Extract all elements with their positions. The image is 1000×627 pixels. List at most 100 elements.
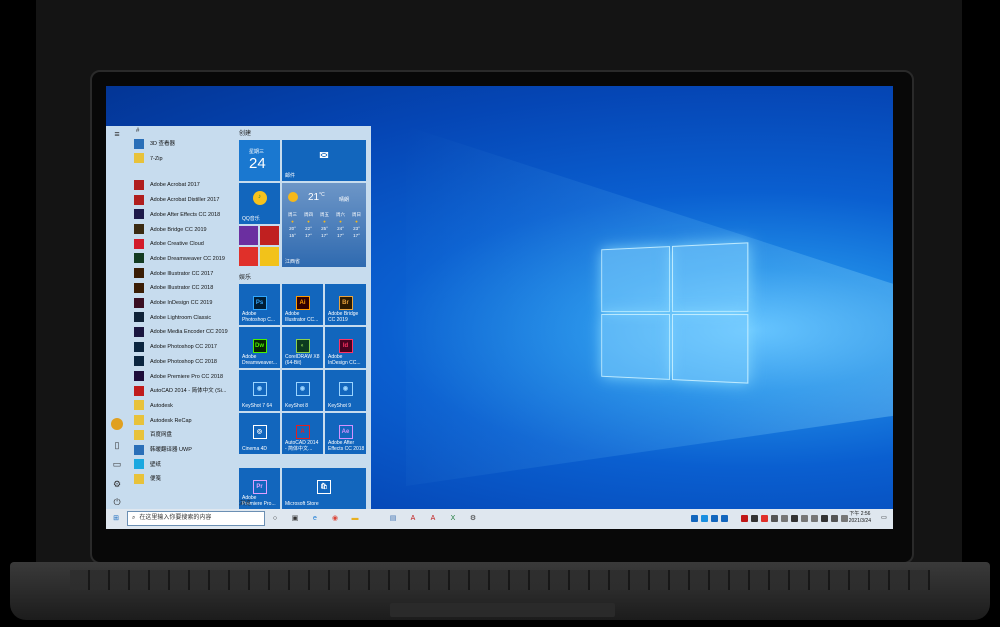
tray-app-icon[interactable]	[711, 515, 718, 522]
app-list-item[interactable]: Adobe Media Encoder CC 2019	[134, 326, 254, 339]
tray-app-icon[interactable]	[691, 515, 698, 522]
letter-header[interactable]: #	[136, 128, 139, 134]
app-list-item[interactable]: Adobe Illustrator CC 2017	[134, 268, 254, 281]
notification-icon[interactable]: ▭	[879, 513, 889, 524]
app-icon	[134, 138, 144, 149]
app-list-item[interactable]: 壁纸	[134, 459, 254, 472]
app-label: Adobe Acrobat 2017	[150, 182, 200, 189]
forecast-day-name: 周六	[336, 212, 345, 217]
app-tile[interactable]: A AutoCAD 2014 - 简体中文...	[282, 413, 323, 454]
app-list-item[interactable]: Autodesk	[134, 400, 254, 413]
tray-app-icon[interactable]	[771, 515, 778, 522]
tray-app-icon[interactable]	[781, 515, 788, 522]
app-list-item[interactable]: Adobe InDesign CC 2019	[134, 297, 254, 310]
app-list-item[interactable]: 百度网盘	[134, 429, 254, 442]
app-tile[interactable]: 🛍 Microsoft Store	[282, 468, 366, 509]
app-tile-icon: ◉	[252, 382, 267, 396]
network-icon[interactable]	[801, 515, 808, 522]
app-list-item[interactable]: 便笺	[134, 473, 254, 486]
app-list-item[interactable]: Adobe Bridge CC 2019	[134, 224, 254, 237]
settings-icon[interactable]: ⚙	[468, 513, 478, 524]
app-tile-icon: 🛍	[317, 480, 331, 494]
app-icon	[134, 444, 144, 455]
app-tile[interactable]: ◐ CorelDRAW X8 (64-Bit)	[282, 327, 323, 368]
app-list-item[interactable]: Adobe Creative Cloud	[134, 238, 254, 251]
taskbar-search-input[interactable]: ⌕ 在这里输入你要搜索的内容	[127, 511, 265, 526]
sticky-notes-tile[interactable]	[260, 247, 279, 266]
app-label: Autodesk ReCap	[150, 417, 192, 424]
windows-start-icon[interactable]: ⊞	[111, 513, 121, 524]
app-list-item[interactable]: Adobe Dreamweaver CC 2019	[134, 253, 254, 266]
app-label: Adobe InDesign CC 2019	[150, 300, 213, 306]
forecast-high: 20°	[289, 226, 296, 231]
app-icon	[134, 312, 144, 323]
keyboard-icon[interactable]	[841, 515, 848, 522]
edge-icon[interactable]: e	[310, 513, 320, 524]
app-tile-label: KeyShot 9	[328, 403, 352, 409]
tray-app-icon[interactable]	[701, 515, 708, 522]
app-tile[interactable]: Br Adobe Bridge CC 2019	[325, 284, 366, 325]
app-tile[interactable]: Ai Adobe Illustrator CC...	[282, 284, 323, 325]
tray-app-icon[interactable]	[721, 515, 728, 522]
tray-app-icon[interactable]	[741, 515, 748, 522]
app-list-item[interactable]: Adobe Photoshop CC 2017	[134, 341, 254, 354]
task-view-icon[interactable]: ▣	[290, 513, 300, 524]
app-list-item[interactable]: Adobe Acrobat Distiller 2017	[134, 194, 254, 207]
tray-app-icon[interactable]	[791, 515, 798, 522]
app-tile[interactable]: Dw Adobe Dreamweaver...	[239, 327, 280, 368]
tray-app-icon[interactable]	[821, 515, 828, 522]
app-icon	[134, 356, 144, 367]
app-list-item[interactable]: 韩暖翻译器 UWP	[134, 444, 254, 457]
hamburger-icon[interactable]: ≡	[111, 128, 123, 140]
notes-icon[interactable]: ▤	[388, 513, 398, 524]
ime-icon[interactable]	[831, 515, 838, 522]
app-tile[interactable]: Id Adobe InDesign CC...	[325, 327, 366, 368]
app-tile[interactable]: ◎ Cinema 4D	[239, 413, 280, 454]
gear-icon[interactable]: ⚙	[111, 478, 123, 490]
app-list-item[interactable]: Adobe Acrobat 2017	[134, 179, 254, 192]
autocad-icon[interactable]: A	[428, 513, 438, 524]
power-icon[interactable]: ⏻	[111, 496, 123, 508]
calendar-tile[interactable]: 星期三 24	[239, 140, 280, 181]
app-list-item[interactable]: Adobe Lightroom Classic	[134, 312, 254, 325]
app-tile[interactable]: Ae Adobe After Effects CC 2018	[325, 413, 366, 454]
app-list: #A3D 查看器7-ZipAdobe Acrobat 2017Adobe Acr…	[128, 126, 238, 509]
app-tile[interactable]: ◉ KeyShot 8	[282, 370, 323, 411]
app-tile-red[interactable]	[239, 247, 258, 266]
app-label: 3D 查看器	[150, 141, 176, 147]
app-list-item[interactable]: Adobe Premiere Pro CC 2018	[134, 371, 254, 384]
app-tile[interactable]: ◉ KeyShot 9	[325, 370, 366, 411]
mail-tile[interactable]: ✉ 邮件	[282, 140, 366, 181]
app-list-item[interactable]: 7-Zip	[134, 153, 254, 166]
app-tile-icon: ◉	[295, 382, 310, 396]
app-list-item[interactable]: Adobe Illustrator CC 2018	[134, 282, 254, 295]
excel-icon[interactable]: X	[448, 513, 458, 524]
qq-music-tile[interactable]: ♪ QQ音乐	[239, 183, 280, 224]
forecast-low: 17°	[305, 233, 312, 238]
app-tile-icon: Pr	[252, 480, 267, 494]
app-tile[interactable]: Ps Adobe Photoshop C...	[239, 284, 280, 325]
user-icon[interactable]	[111, 418, 123, 430]
onenote-tile[interactable]	[239, 226, 258, 245]
volume-icon[interactable]	[811, 515, 818, 522]
acrobat-icon[interactable]: A	[408, 513, 418, 524]
app-list-item[interactable]: Adobe After Effects CC 2018	[134, 209, 254, 222]
tray-app-icon[interactable]	[751, 515, 758, 522]
app-list-item[interactable]: AutoCAD 2014 - 简体中文 (Si...	[134, 385, 254, 398]
netease-music-tile[interactable]	[260, 226, 279, 245]
chrome-icon[interactable]: ◉	[330, 513, 340, 524]
app-list-item[interactable]: Autodesk ReCap	[134, 415, 254, 428]
weather-tile[interactable]: 21°C 晴朗 周三 ● 20° 15° 周四 ● 22° 17° 周五 ● 25° 17° 周六 ● 24…	[282, 183, 366, 267]
app-list-item[interactable]: 3D 查看器	[134, 138, 254, 151]
folder-icon[interactable]: ▬	[350, 513, 360, 524]
app-list-item[interactable]: Adobe Photoshop CC 2018	[134, 356, 254, 369]
weather-condition: 晴朗	[339, 197, 350, 203]
pictures-icon[interactable]: ▭	[111, 458, 123, 470]
app-tile-icon: Ai	[295, 296, 310, 310]
app-tile[interactable]: ◉ KeyShot 7 64	[239, 370, 280, 411]
taskbar-clock[interactable]: 下午 2:56 2021/3/24	[849, 511, 871, 525]
app-icon	[134, 179, 144, 190]
document-icon[interactable]: ▯	[111, 439, 123, 451]
tray-app-icon[interactable]	[761, 515, 768, 522]
cortana-icon[interactable]: ○	[270, 513, 280, 524]
